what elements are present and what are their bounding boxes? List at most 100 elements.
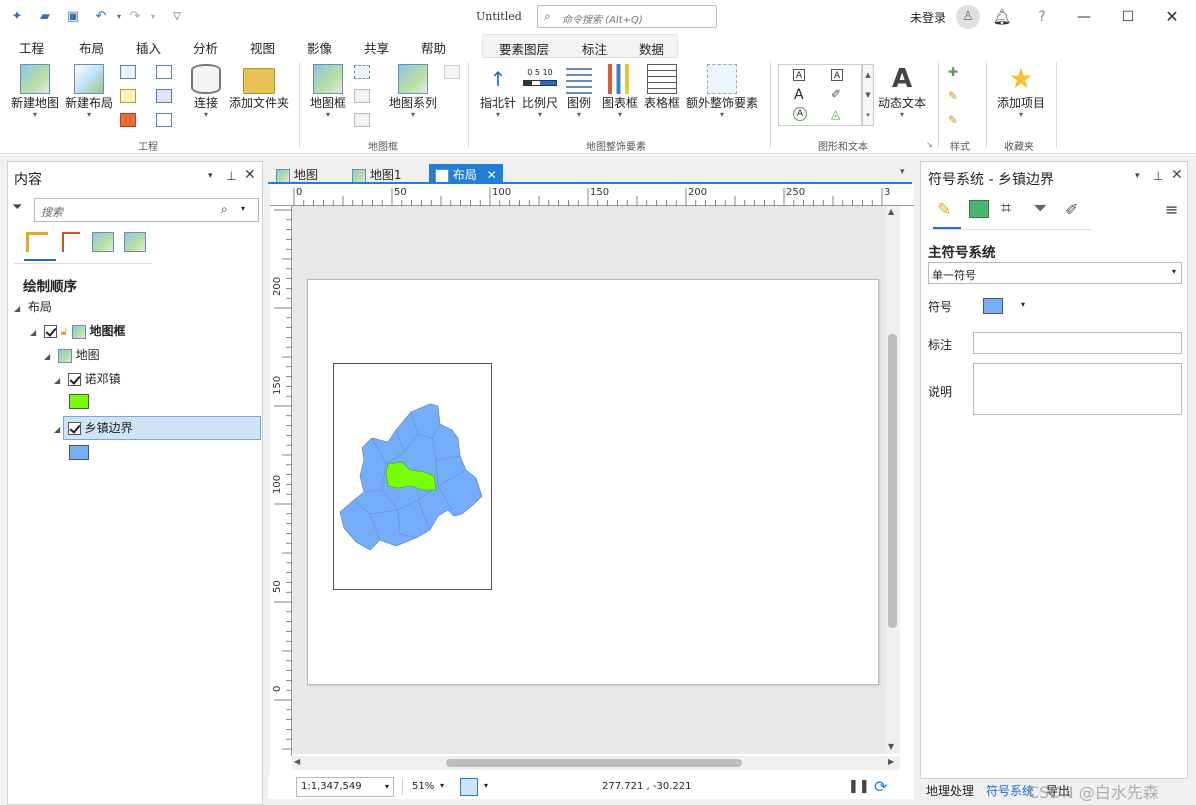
- maximize-icon[interactable]: ☐: [1117, 6, 1139, 28]
- tab-labeling[interactable]: 标注: [582, 39, 607, 58]
- toc-map-row[interactable]: ◢ 地图: [44, 344, 100, 366]
- vertical-scroll-thumb[interactable]: [888, 334, 897, 628]
- notification-bell-icon[interactable]: 🔔︎: [991, 6, 1013, 28]
- collapse-icon[interactable]: ◢: [30, 322, 40, 344]
- north-arrow-button[interactable]: ↑ 指北针 ▾: [478, 64, 518, 119]
- group-launcher-icon[interactable]: ↘: [926, 140, 933, 149]
- vary-symbology-icon[interactable]: [969, 200, 989, 218]
- symbol-layers-icon[interactable]: ⌗: [1001, 198, 1011, 219]
- pin-icon[interactable]: ⊥: [1153, 169, 1163, 183]
- login-status[interactable]: 未登录: [910, 9, 946, 26]
- pane-menu-icon[interactable]: ▾: [208, 171, 213, 181]
- tab-share[interactable]: 共享: [364, 38, 389, 57]
- list-by-drawing-order-icon[interactable]: [26, 232, 48, 252]
- extra-surround-button[interactable]: 额外整饰要素 ▾: [686, 64, 758, 119]
- tab-geoprocessing[interactable]: 地理处理: [926, 782, 974, 799]
- graphics-gallery[interactable]: A A A ✐ A ◬: [778, 64, 862, 126]
- collapse-icon[interactable]: ◢: [44, 346, 54, 368]
- options-menu-icon[interactable]: ≡: [1165, 200, 1178, 219]
- table-frame-button[interactable]: 表格框: [642, 64, 682, 111]
- import-icon[interactable]: [120, 89, 136, 103]
- close-window-icon[interactable]: ✕: [1161, 6, 1183, 28]
- symbol-properties-icon[interactable]: ✐: [1065, 200, 1078, 219]
- gallery-scroll[interactable]: ▲ ▼ ▾: [862, 64, 874, 126]
- tab-project[interactable]: 工程: [19, 38, 44, 57]
- tab-symbology[interactable]: 符号系统: [986, 782, 1034, 799]
- vertical-scrollbar[interactable]: ▲ ▼: [886, 206, 900, 754]
- style-item-icon[interactable]: ✎: [948, 113, 964, 127]
- tab-layout[interactable]: 布局: [79, 38, 104, 57]
- layer1-symbol-swatch[interactable]: [69, 394, 89, 409]
- new-map-button[interactable]: 新建地图 ▾: [10, 64, 60, 119]
- help-icon[interactable]: ?: [1031, 6, 1053, 28]
- horizontal-scroll-thumb[interactable]: [446, 759, 742, 767]
- manage-style-icon[interactable]: ✎: [948, 89, 964, 103]
- list-by-selection-icon[interactable]: [92, 232, 114, 252]
- undo-icon[interactable]: ↶: [92, 8, 110, 24]
- close-pane-icon[interactable]: ✕: [1171, 167, 1183, 183]
- new-layout-button[interactable]: 新建布局 ▾: [64, 64, 114, 119]
- close-tab-icon[interactable]: ✕: [487, 168, 497, 182]
- user-avatar-icon[interactable]: ♙: [956, 5, 980, 29]
- redo-icon[interactable]: ↷: [126, 8, 144, 24]
- legend-button[interactable]: 图例 ▾: [564, 64, 594, 119]
- zoom-dropdown-icon[interactable]: ▾: [440, 781, 444, 790]
- visibility-checkbox[interactable]: [43, 325, 57, 338]
- map-frame-button[interactable]: 地图框 ▾: [308, 64, 348, 119]
- add-report-icon[interactable]: [156, 113, 172, 127]
- scroll-left-icon[interactable]: ◀: [294, 757, 300, 766]
- pin-icon[interactable]: ⊥: [226, 169, 236, 183]
- close-pane-icon[interactable]: ✕: [244, 167, 256, 183]
- tab-imagery[interactable]: 影像: [307, 38, 332, 57]
- scale-bar-button[interactable]: 0 5 10 比例尺 ▾: [521, 64, 559, 119]
- map-frame-element[interactable]: [333, 363, 492, 590]
- add-layout-icon[interactable]: [156, 89, 172, 103]
- tab-feature-layer[interactable]: 要素图层: [499, 39, 549, 58]
- add-map-icon[interactable]: [156, 65, 172, 79]
- scroll-up-icon[interactable]: ▲: [888, 207, 894, 216]
- toc-layout-row[interactable]: ◢ 布局: [14, 296, 52, 318]
- grid-snap-icon[interactable]: [460, 778, 478, 796]
- customize-toolbar-icon[interactable]: ▽: [168, 8, 186, 24]
- connect-button[interactable]: 连接 ▾: [188, 64, 224, 119]
- dynamic-text-button[interactable]: A 动态文本 ▾: [876, 64, 928, 119]
- toc-layer-row[interactable]: ◢ 诺邓镇: [54, 368, 121, 390]
- toc-layer-row[interactable]: ◢ 乡镇边界: [54, 417, 133, 439]
- label-input[interactable]: [973, 332, 1182, 354]
- zoom-level[interactable]: 51%: [412, 781, 434, 792]
- open-project-icon[interactable]: ▰: [36, 8, 54, 24]
- grid-icon[interactable]: [354, 89, 370, 103]
- toc-mapframe-row[interactable]: ◢ 🔓︎ 地图框: [30, 320, 125, 342]
- new-project-icon[interactable]: ✦: [8, 8, 26, 24]
- list-by-source-icon[interactable]: [62, 232, 80, 252]
- symbology-type-select[interactable]: 单一符号 ▾: [928, 262, 1182, 284]
- collapse-icon[interactable]: ◢: [54, 370, 64, 392]
- tab-view[interactable]: 视图: [250, 38, 275, 57]
- tab-analysis[interactable]: 分析: [193, 38, 218, 57]
- primary-symbology-icon[interactable]: ✎: [937, 200, 951, 220]
- minimize-icon[interactable]: —: [1073, 6, 1095, 28]
- chart-frame-button[interactable]: 图表框 ▾: [600, 64, 640, 119]
- copy-icon[interactable]: [444, 65, 460, 79]
- scroll-down-icon[interactable]: ▼: [888, 742, 894, 751]
- description-input[interactable]: [973, 363, 1182, 415]
- layout-canvas[interactable]: ▲ ▼: [292, 206, 900, 754]
- pane-menu-icon[interactable]: ▾: [1135, 171, 1140, 181]
- new-report-icon[interactable]: [120, 65, 136, 79]
- refresh-icon[interactable]: ⟳: [874, 777, 887, 796]
- map-series-button[interactable]: 地图系列 ▾: [388, 64, 438, 119]
- tab-help[interactable]: 帮助: [421, 38, 446, 57]
- visibility-checkbox[interactable]: [67, 422, 81, 435]
- symbol-dropdown-icon[interactable]: ▾: [1021, 300, 1025, 309]
- toolbox-icon[interactable]: [120, 113, 136, 127]
- layer2-symbol-swatch[interactable]: [69, 445, 89, 460]
- tab-insert[interactable]: 插入: [136, 38, 162, 62]
- command-search-input[interactable]: ⌕ 命令搜索 (Alt+Q): [537, 5, 717, 28]
- collapse-icon[interactable]: ◢: [54, 419, 64, 441]
- guides-icon[interactable]: [354, 113, 370, 127]
- horizontal-scrollbar[interactable]: ◀ ▶: [292, 756, 900, 770]
- scale-selector[interactable]: 1:1,347,549 ▾: [296, 777, 394, 797]
- symbol-swatch[interactable]: [983, 298, 1003, 314]
- search-options-icon[interactable]: ▾: [241, 204, 245, 213]
- redo-dropdown-icon[interactable]: ▾: [144, 8, 162, 24]
